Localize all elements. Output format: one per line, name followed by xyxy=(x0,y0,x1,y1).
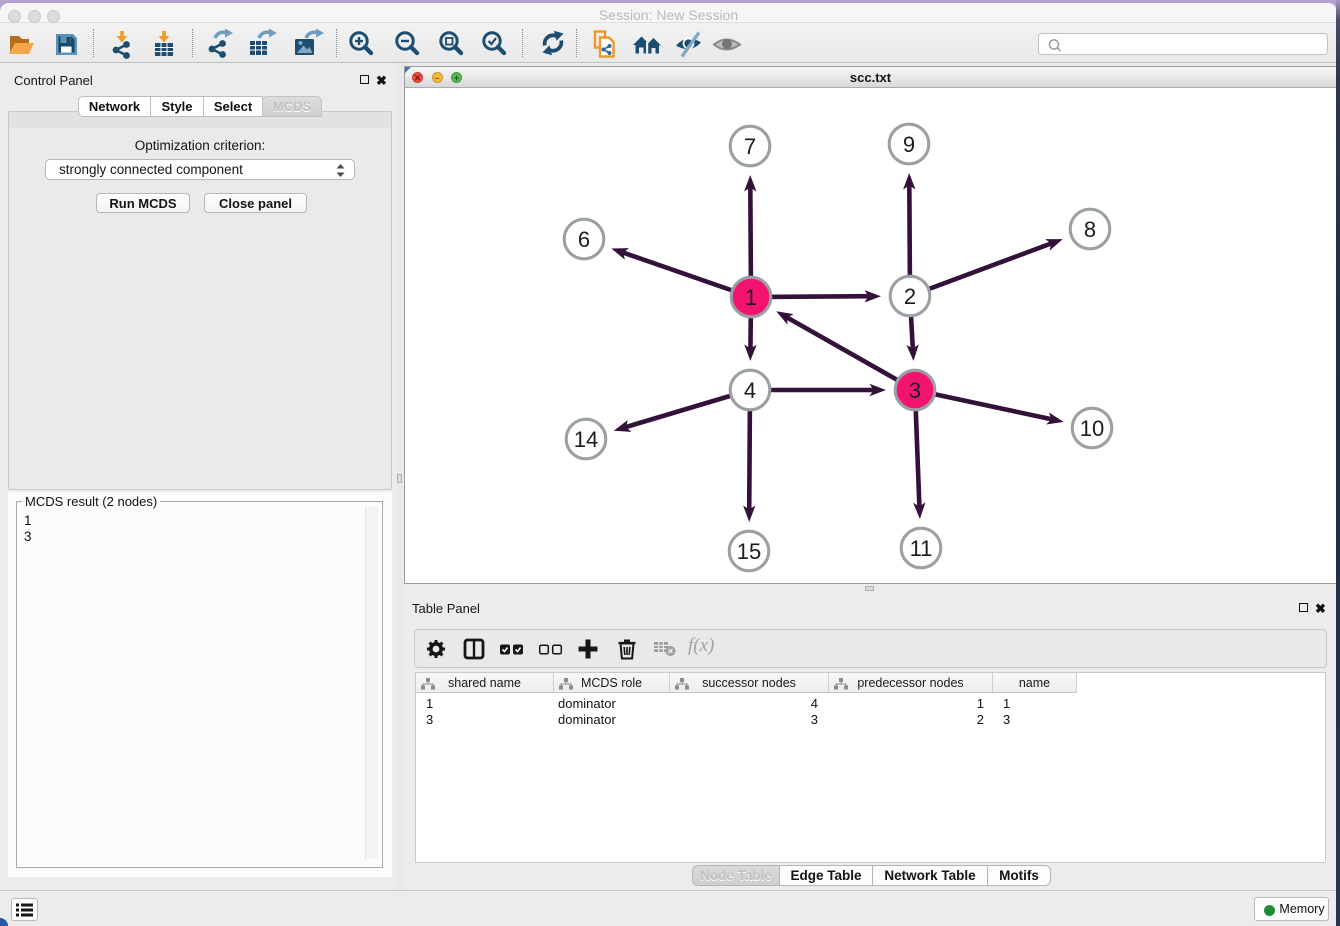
svg-text:2: 2 xyxy=(904,284,916,309)
svg-text:6: 6 xyxy=(578,227,590,252)
svg-text:7: 7 xyxy=(744,134,756,159)
svg-text:8: 8 xyxy=(1084,217,1096,242)
svg-text:4: 4 xyxy=(744,378,756,403)
svg-text:3: 3 xyxy=(909,378,921,403)
svg-text:14: 14 xyxy=(574,427,598,452)
svg-text:15: 15 xyxy=(737,539,761,564)
svg-text:11: 11 xyxy=(910,536,933,561)
svg-text:9: 9 xyxy=(903,132,915,157)
svg-text:10: 10 xyxy=(1080,416,1104,441)
svg-text:1: 1 xyxy=(745,285,757,310)
